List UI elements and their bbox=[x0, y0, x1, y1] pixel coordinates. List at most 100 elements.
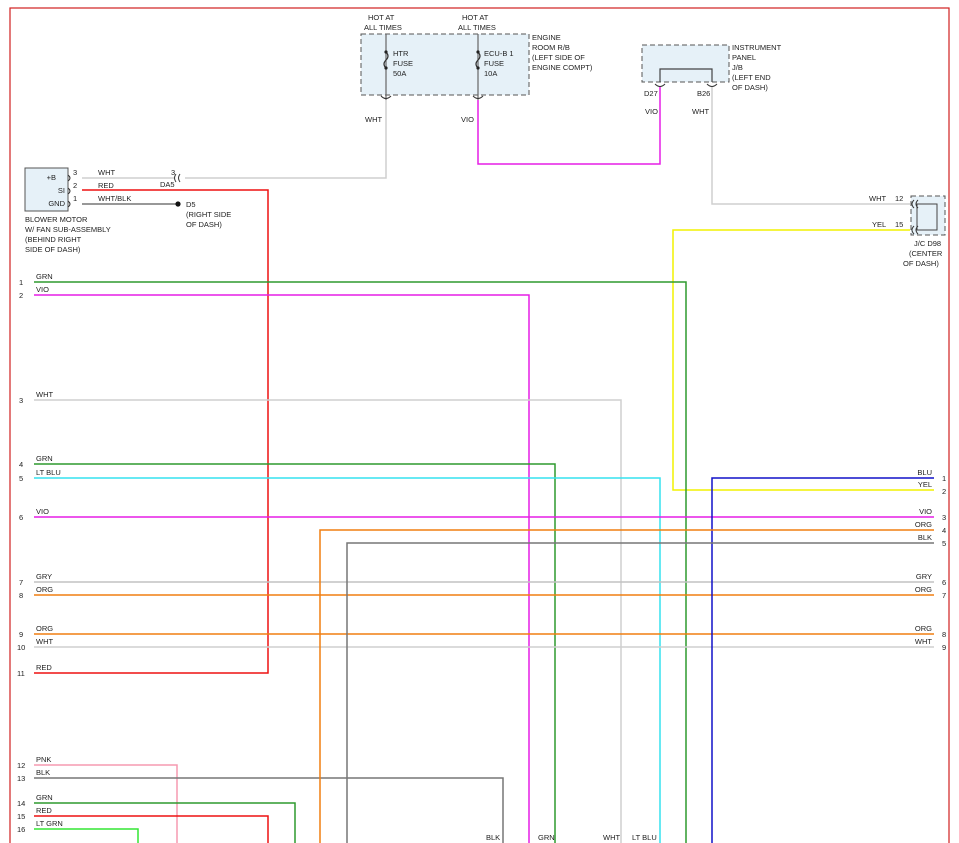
right-pin-3: 3 bbox=[942, 513, 946, 522]
left-pin-2: 2 bbox=[19, 291, 23, 300]
wire-label-vio-fuse: VIO bbox=[461, 115, 474, 124]
jc-wire-yel: YEL bbox=[872, 220, 886, 229]
blower-pinnum-2: 2 bbox=[73, 181, 77, 190]
right-pin-1: 1 bbox=[942, 474, 946, 483]
hot-label-1a: HOT AT bbox=[368, 13, 395, 22]
jc-wire-wht: WHT bbox=[869, 194, 886, 203]
left-pin-14: 14 bbox=[17, 799, 25, 808]
left-wire-9: ORG bbox=[36, 624, 53, 633]
jc-pin-12: 12 bbox=[895, 194, 903, 203]
wire-vio-ecub-to-jb bbox=[477, 86, 661, 165]
blower-label-4: SIDE OF DASH) bbox=[25, 245, 81, 254]
blower-wire-wht: WHT bbox=[98, 168, 115, 177]
hot-label-2a: HOT AT bbox=[462, 13, 489, 22]
engine-rb-label-3: (LEFT SIDE OF bbox=[532, 53, 585, 62]
ip-jb-label-4: (LEFT END bbox=[732, 73, 771, 82]
left-pin-11: 11 bbox=[17, 669, 25, 678]
jc-label-2: (CENTER bbox=[909, 249, 943, 258]
left-pin-13: 13 bbox=[17, 774, 25, 783]
htr-fuse-name: HTR bbox=[393, 49, 409, 58]
htr-fuse-type: FUSE bbox=[393, 59, 413, 68]
wire-yel-jc bbox=[672, 229, 934, 491]
left-pin-9: 9 bbox=[19, 630, 23, 639]
left-pin-12: 12 bbox=[17, 761, 25, 770]
wire-row2-vio bbox=[34, 294, 530, 843]
wire-row14-grn bbox=[34, 802, 296, 843]
da5-pin: 3 bbox=[171, 168, 175, 177]
wire-row12-pnk bbox=[34, 764, 178, 843]
right-wire-4: ORG bbox=[915, 520, 932, 529]
hot-label-1b: ALL TIMES bbox=[364, 23, 402, 32]
ip-jb-label-3: J/B bbox=[732, 63, 743, 72]
right-pin-2: 2 bbox=[942, 487, 946, 496]
right-pin-4: 4 bbox=[942, 526, 946, 535]
left-pin-3: 3 bbox=[19, 396, 23, 405]
ip-jb-label-5: OF DASH) bbox=[732, 83, 768, 92]
blower-pinnum-1: 1 bbox=[73, 194, 77, 203]
right-pin-7: 7 bbox=[942, 591, 946, 600]
wire-right4-org bbox=[319, 529, 934, 843]
right-connector-labels: BLU 1 YEL 2 VIO 3 ORG 4 BLK 5 GRY 6 ORG … bbox=[915, 468, 946, 652]
left-wire-11: RED bbox=[36, 663, 52, 672]
right-wire-5: BLK bbox=[918, 533, 932, 542]
right-pin-8: 8 bbox=[942, 630, 946, 639]
right-wire-8: ORG bbox=[915, 624, 932, 633]
bottom-label-grn: GRN bbox=[538, 833, 555, 842]
ground-d5-2: (RIGHT SIDE bbox=[186, 210, 231, 219]
pin-d27: D27 bbox=[644, 89, 658, 98]
left-wire-15: RED bbox=[36, 806, 52, 815]
left-wire-12: PNK bbox=[36, 755, 51, 764]
right-pin-5: 5 bbox=[942, 539, 946, 548]
right-wire-7: ORG bbox=[915, 585, 932, 594]
right-pin-9: 9 bbox=[942, 643, 946, 652]
jc-pin-15: 15 bbox=[895, 220, 903, 229]
wire-row16-ltgrn bbox=[34, 828, 139, 843]
left-pin-6: 6 bbox=[19, 513, 23, 522]
left-pin-8: 8 bbox=[19, 591, 23, 600]
left-pin-10: 10 bbox=[17, 643, 25, 652]
left-wire-16: LT GRN bbox=[36, 819, 63, 828]
blower-pin-gnd: GND bbox=[48, 199, 65, 208]
blower-label-2: W/ FAN SUB-ASSEMBLY bbox=[25, 225, 111, 234]
wire-right5-blk bbox=[346, 542, 934, 843]
junction-connector-d98: WHT 12 YEL 15 J/C D98 (CENTER OF DASH) bbox=[869, 194, 946, 268]
right-wire-1: BLU bbox=[917, 468, 932, 477]
ecub-fuse-type: FUSE bbox=[484, 59, 504, 68]
wire-row4-grn bbox=[34, 463, 556, 843]
right-wire-2: YEL bbox=[918, 480, 932, 489]
left-pin-4: 4 bbox=[19, 460, 23, 469]
right-pin-6: 6 bbox=[942, 578, 946, 587]
blower-pin-si: SI bbox=[58, 186, 65, 195]
left-wire-6: VIO bbox=[36, 507, 49, 516]
htr-fuse-rating: 50A bbox=[393, 69, 406, 78]
wiring-diagram: HOT AT ALL TIMES HOT AT ALL TIMES HTR FU… bbox=[9, 7, 950, 843]
ground-d5-1: D5 bbox=[186, 200, 196, 209]
wire-right1-blu bbox=[711, 477, 934, 843]
left-wire-13: BLK bbox=[36, 768, 50, 777]
left-connector-labels: 1 GRN 2 VIO 3 WHT 4 GRN 5 LT BLU 6 VIO 7… bbox=[17, 272, 63, 834]
da5-name: DA5 bbox=[160, 180, 175, 189]
left-wire-14: GRN bbox=[36, 793, 53, 802]
ground-d5-3: OF DASH) bbox=[186, 220, 222, 229]
jc-label-3: OF DASH) bbox=[903, 259, 939, 268]
ecub-fuse-rating: 10A bbox=[484, 69, 497, 78]
engine-room-relay-block: HOT AT ALL TIMES HOT AT ALL TIMES HTR FU… bbox=[360, 13, 593, 124]
blower-pin-b: +B bbox=[47, 173, 56, 182]
engine-rb-label-1: ENGINE bbox=[532, 33, 561, 42]
left-wire-1: GRN bbox=[36, 272, 53, 281]
right-wire-3: VIO bbox=[919, 507, 932, 516]
left-wire-8: ORG bbox=[36, 585, 53, 594]
ip-jb-label-1: INSTRUMENT bbox=[732, 43, 782, 52]
left-pin-16: 16 bbox=[17, 825, 25, 834]
left-wire-3: WHT bbox=[36, 390, 53, 399]
blower-pinnum-3: 3 bbox=[73, 168, 77, 177]
blower-label-1: BLOWER MOTOR bbox=[25, 215, 88, 224]
bottom-label-ltblu: LT BLU bbox=[632, 833, 657, 842]
wire-label-wht-fuse: WHT bbox=[365, 115, 382, 124]
left-wire-7: GRY bbox=[36, 572, 52, 581]
wire-row3-wht bbox=[34, 399, 622, 843]
left-pin-1: 1 bbox=[19, 278, 23, 287]
wires bbox=[34, 86, 934, 843]
left-pin-15: 15 bbox=[17, 812, 25, 821]
engine-rb-label-2: ROOM R/B bbox=[532, 43, 570, 52]
